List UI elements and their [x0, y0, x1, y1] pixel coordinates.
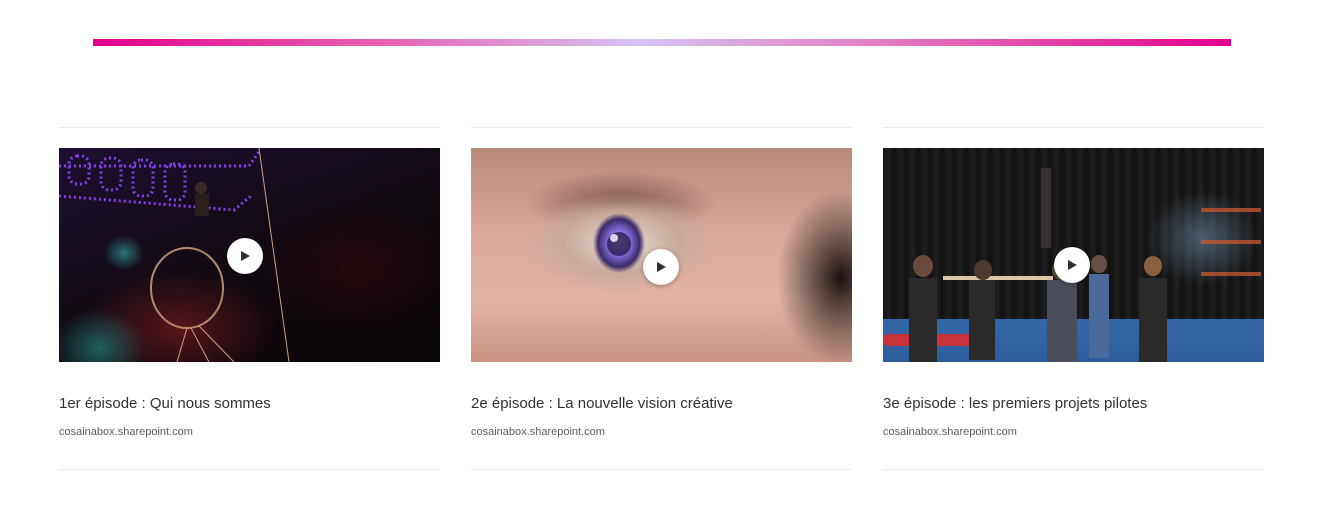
video-thumbnail[interactable]	[883, 148, 1264, 362]
video-source-domain: cosainabox.sharepoint.com	[59, 426, 193, 438]
play-icon	[241, 251, 250, 261]
accent-divider-bar	[93, 39, 1231, 46]
play-button[interactable]	[643, 249, 679, 285]
video-title[interactable]: 2e épisode : La nouvelle vision créative	[471, 395, 852, 412]
video-thumbnail[interactable]	[59, 148, 440, 362]
video-card: 1er épisode : Qui nous sommes cosainabox…	[59, 127, 440, 470]
video-thumbnail[interactable]	[471, 148, 852, 362]
play-icon	[1068, 260, 1077, 270]
video-card: 2e épisode : La nouvelle vision créative…	[471, 127, 852, 470]
play-button[interactable]	[1054, 247, 1090, 283]
play-button[interactable]	[227, 238, 263, 274]
video-card: 3e épisode : les premiers projets pilote…	[883, 127, 1264, 470]
video-cards: 1er épisode : Qui nous sommes cosainabox…	[59, 127, 1264, 470]
video-source-domain: cosainabox.sharepoint.com	[883, 426, 1017, 438]
video-title[interactable]: 1er épisode : Qui nous sommes	[59, 395, 440, 412]
play-icon	[657, 262, 666, 272]
video-source-domain: cosainabox.sharepoint.com	[471, 426, 605, 438]
video-title[interactable]: 3e épisode : les premiers projets pilote…	[883, 395, 1264, 412]
